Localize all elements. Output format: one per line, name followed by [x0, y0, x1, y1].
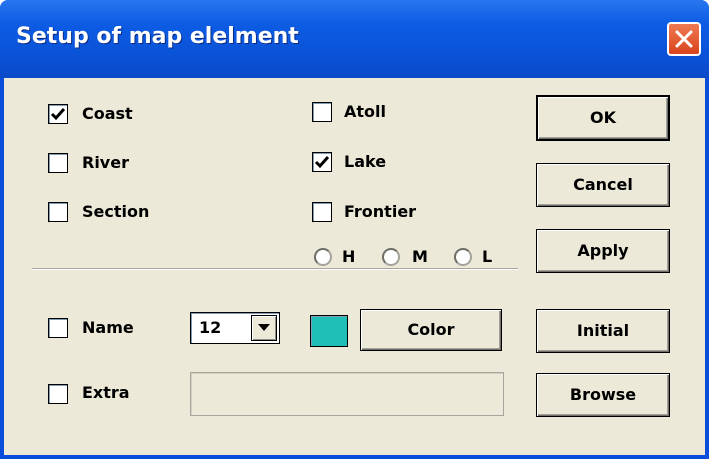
coast-checkbox[interactable]	[48, 104, 68, 124]
initial-button[interactable]: Initial	[536, 309, 670, 353]
dialog-window: Setup of map elelment Coast River Sectio…	[0, 0, 709, 459]
browse-button[interactable]: Browse	[536, 373, 670, 417]
dialog-body: Coast River Section Atoll Lake Frontier …	[4, 78, 705, 455]
coast-label: Coast	[82, 104, 133, 123]
resolution-l-label: L	[482, 247, 493, 266]
atoll-label: Atoll	[344, 102, 386, 121]
checkmark-icon	[314, 156, 330, 169]
apply-button[interactable]: Apply	[536, 229, 670, 273]
resolution-m-radio[interactable]	[382, 248, 400, 266]
river-checkbox[interactable]	[48, 153, 68, 173]
color-swatch[interactable]	[310, 315, 348, 347]
separator	[32, 268, 518, 270]
resolution-h-radio[interactable]	[314, 248, 332, 266]
lake-label: Lake	[344, 152, 387, 171]
name-label: Name	[82, 318, 134, 337]
extra-label: Extra	[82, 383, 130, 402]
frontier-checkbox[interactable]	[312, 202, 332, 222]
chevron-down-icon	[258, 324, 270, 331]
font-size-dropdown[interactable]: 12	[190, 312, 280, 344]
section-checkbox[interactable]	[48, 202, 68, 222]
color-button[interactable]: Color	[360, 309, 502, 351]
section-label: Section	[82, 202, 150, 221]
resolution-m-label: M	[412, 247, 428, 266]
frontier-label: Frontier	[344, 202, 417, 221]
cancel-button[interactable]: Cancel	[536, 163, 670, 207]
checkmark-icon	[50, 108, 66, 121]
close-icon	[675, 30, 693, 48]
window-title: Setup of map elelment	[16, 24, 299, 49]
resolution-l-radio[interactable]	[454, 248, 472, 266]
dropdown-arrow-button[interactable]	[251, 315, 277, 341]
title-bar[interactable]: Setup of map elelment	[0, 0, 709, 78]
name-checkbox[interactable]	[48, 318, 68, 338]
font-size-value: 12	[199, 318, 222, 337]
lake-checkbox[interactable]	[312, 152, 332, 172]
atoll-checkbox[interactable]	[312, 102, 332, 122]
extra-text-field[interactable]	[190, 372, 504, 416]
extra-checkbox[interactable]	[48, 384, 68, 404]
river-label: River	[82, 153, 129, 172]
ok-button[interactable]: OK	[536, 95, 670, 141]
resolution-h-label: H	[342, 247, 356, 266]
close-button[interactable]	[667, 22, 701, 56]
